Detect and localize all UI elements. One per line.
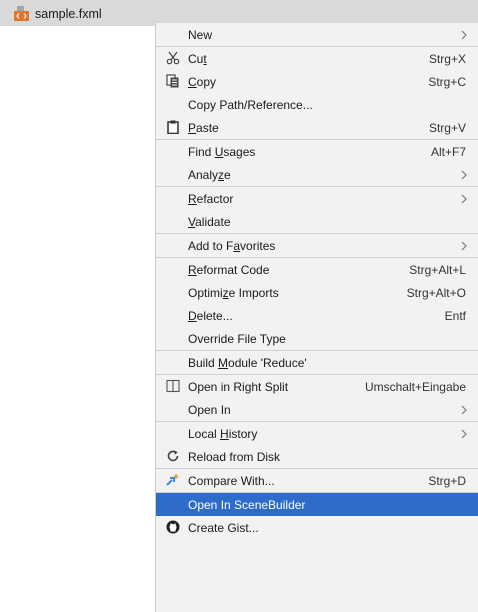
menu-item-compare-with[interactable]: Compare With... Strg+D — [156, 469, 478, 492]
menu-item-label: Compare With... — [188, 473, 275, 488]
menu-item-reformat-code[interactable]: Reformat Code Strg+Alt+L — [156, 258, 478, 281]
chevron-right-icon — [461, 194, 467, 204]
menu-item-label: Refactor — [188, 191, 234, 206]
menu-item-find-usages[interactable]: Find Usages Alt+F7 — [156, 140, 478, 163]
shortcut-label: Strg+X — [428, 51, 466, 66]
menu-group-compare: Compare With... Strg+D — [156, 469, 478, 493]
menu-item-label: Validate — [188, 214, 231, 229]
menu-item-build-module[interactable]: Build Module 'Reduce' — [156, 351, 478, 374]
menu-item-delete[interactable]: Delete... Entf — [156, 304, 478, 327]
menu-group-clipboard: Cut Strg+X Copy Strg+C Copy Path/Referen… — [156, 47, 478, 140]
menu-group-refactor: Refactor Validate — [156, 187, 478, 234]
chevron-right-icon — [461, 30, 467, 40]
menu-item-open-in-scenebuilder[interactable]: Open In SceneBuilder — [156, 493, 478, 516]
menu-item-create-gist[interactable]: Create Gist... — [156, 516, 478, 539]
menu-item-label: Cut — [188, 51, 207, 66]
menu-item-label: New — [188, 27, 213, 42]
shortcut-label: Alt+F7 — [430, 144, 466, 159]
fxml-file-icon — [14, 6, 30, 21]
menu-group-favorites: Add to Favorites — [156, 234, 478, 258]
menu-item-override-file-type[interactable]: Override File Type — [156, 327, 478, 350]
menu-item-label: Reformat Code — [188, 262, 270, 277]
menu-item-label: Copy — [188, 74, 217, 89]
context-menu: New Cut Strg+X Copy Strg+C Copy Path/Ref… — [155, 23, 478, 612]
chevron-right-icon — [461, 405, 467, 415]
menu-group-code: Reformat Code Strg+Alt+L Optimize Import… — [156, 258, 478, 351]
scissors-icon — [166, 51, 180, 65]
file-entry[interactable]: sample.fxml — [14, 5, 102, 22]
menu-item-label: Optimize Imports — [188, 285, 279, 300]
menu-group-plugins: Open In SceneBuilder Create Gist... — [156, 493, 478, 539]
github-icon — [166, 520, 180, 534]
shortcut-label: Entf — [444, 308, 466, 323]
menu-item-add-to-favorites[interactable]: Add to Favorites — [156, 234, 478, 257]
menu-item-open-right-split[interactable]: Open in Right Split Umschalt+Eingabe — [156, 375, 478, 398]
compare-icon — [166, 473, 180, 487]
menu-item-label: Delete... — [188, 308, 233, 323]
menu-item-refactor[interactable]: Refactor — [156, 187, 478, 210]
menu-item-label: Reload from Disk — [188, 449, 281, 464]
reload-icon — [166, 449, 180, 463]
menu-item-local-history[interactable]: Local History — [156, 422, 478, 445]
menu-item-label: Analyze — [188, 167, 231, 182]
menu-group-build: Build Module 'Reduce' — [156, 351, 478, 375]
menu-group-find: Find Usages Alt+F7 Analyze — [156, 140, 478, 187]
menu-group-history: Local History Reload from Disk — [156, 422, 478, 469]
menu-item-paste[interactable]: Paste Strg+V — [156, 116, 478, 139]
chevron-right-icon — [461, 170, 467, 180]
menu-item-label: Paste — [188, 120, 219, 135]
chevron-right-icon — [461, 241, 467, 251]
menu-item-label: Local History — [188, 426, 258, 441]
menu-item-label: Open In SceneBuilder — [188, 497, 306, 512]
menu-item-analyze[interactable]: Analyze — [156, 163, 478, 186]
menu-item-label: Copy Path/Reference... — [188, 97, 313, 112]
menu-item-open-in[interactable]: Open In — [156, 398, 478, 421]
menu-group-new: New — [156, 23, 478, 47]
menu-item-copy[interactable]: Copy Strg+C — [156, 70, 478, 93]
file-name: sample.fxml — [35, 6, 102, 21]
shortcut-label: Umschalt+Eingabe — [364, 379, 466, 394]
shortcut-label: Strg+D — [428, 473, 466, 488]
menu-item-optimize-imports[interactable]: Optimize Imports Strg+Alt+O — [156, 281, 478, 304]
menu-item-label: Find Usages — [188, 144, 256, 159]
split-icon — [166, 379, 180, 393]
menu-item-label: Create Gist... — [188, 520, 259, 535]
menu-item-new[interactable]: New — [156, 23, 478, 46]
menu-item-label: Build Module 'Reduce' — [188, 355, 307, 370]
menu-item-cut[interactable]: Cut Strg+X — [156, 47, 478, 70]
shortcut-label: Strg+Alt+L — [409, 262, 466, 277]
shortcut-label: Strg+C — [428, 74, 466, 89]
menu-item-validate[interactable]: Validate — [156, 210, 478, 233]
chevron-right-icon — [461, 429, 467, 439]
copy-icon — [166, 74, 180, 88]
menu-group-open: Open in Right Split Umschalt+Eingabe Ope… — [156, 375, 478, 422]
clipboard-icon — [166, 120, 180, 134]
menu-item-label: Add to Favorites — [188, 238, 276, 253]
menu-item-label: Open in Right Split — [188, 379, 289, 394]
menu-item-copy-path[interactable]: Copy Path/Reference... — [156, 93, 478, 116]
shortcut-label: Strg+V — [428, 120, 466, 135]
menu-item-label: Open In — [188, 402, 231, 417]
menu-item-label: Override File Type — [188, 331, 286, 346]
shortcut-label: Strg+Alt+O — [406, 285, 466, 300]
menu-item-reload-from-disk[interactable]: Reload from Disk — [156, 445, 478, 468]
